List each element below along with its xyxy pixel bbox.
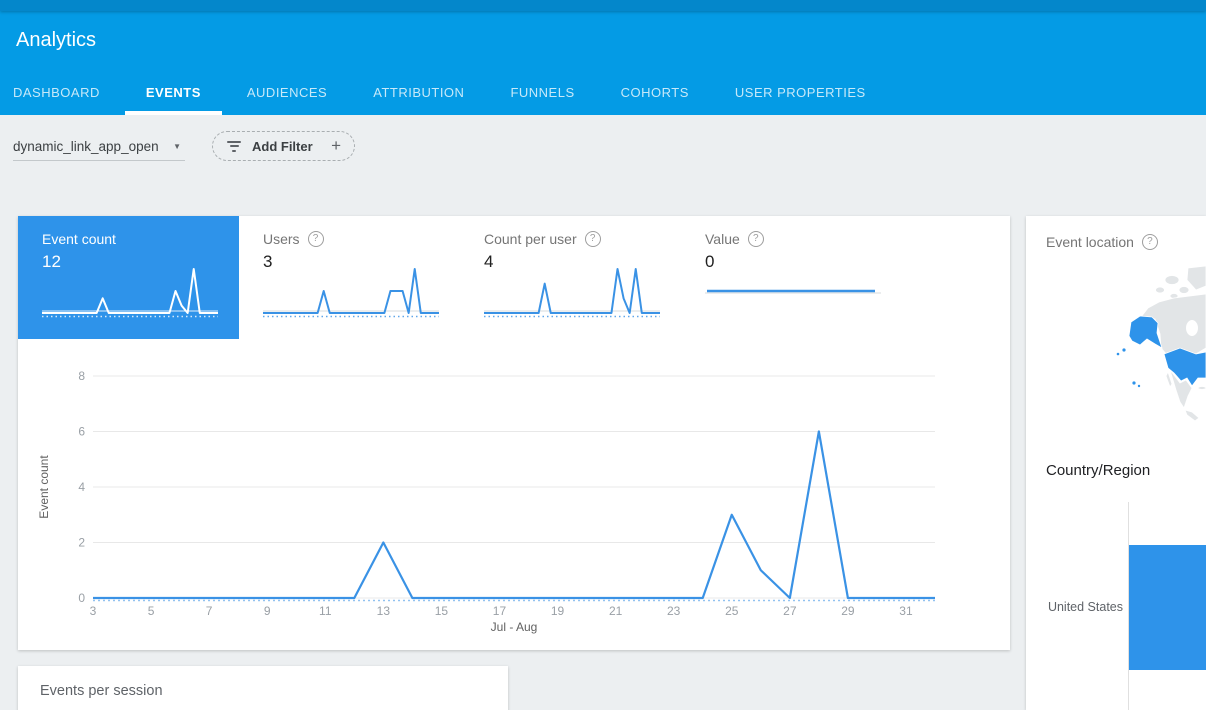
x-tick-label: 31 — [899, 604, 913, 618]
filter-icon — [226, 141, 242, 152]
value-sparkline — [705, 262, 881, 326]
tab-cohorts[interactable]: COHORTS — [600, 68, 710, 115]
help-icon[interactable]: ? — [748, 231, 764, 247]
x-tick-label: 3 — [90, 604, 97, 618]
window-chrome-strip — [0, 0, 1206, 11]
tab-events[interactable]: EVENTS — [125, 68, 222, 115]
event-count-sparkline — [42, 262, 218, 326]
tab-user-properties[interactable]: USER PROPERTIES — [714, 68, 887, 115]
metric-card-users[interactable]: Users ? 3 — [239, 216, 460, 339]
country-bar-label: United States — [1026, 600, 1123, 614]
chart-line — [93, 432, 935, 599]
analytics-dashboard: Analytics DASHBOARD EVENTS AUDIENCES ATT… — [0, 0, 1206, 710]
metric-label-text: Count per user — [484, 231, 577, 247]
metric-label: Users ? — [263, 231, 324, 247]
event-detail-card: Event count ? 12 Users ? 3 Count per use… — [18, 216, 1010, 650]
app-header: Analytics DASHBOARD EVENTS AUDIENCES ATT… — [0, 0, 1206, 115]
x-tick-label: 7 — [206, 604, 213, 618]
spark-line — [263, 269, 439, 313]
x-tick-label: 21 — [609, 604, 623, 618]
metric-label: Event count ? — [42, 231, 116, 247]
help-icon[interactable]: ? — [1142, 234, 1158, 250]
country-bar — [1129, 545, 1206, 670]
add-filter-button[interactable]: Add Filter + — [212, 131, 355, 161]
y-axis-title: Event count — [37, 455, 51, 519]
x-tick-label: 17 — [493, 604, 507, 618]
chevron-down-icon: ▼ — [173, 142, 181, 151]
y-tick-label: 8 — [78, 369, 85, 383]
map-arctic-island — [1156, 287, 1165, 293]
map-arctic-island — [1165, 276, 1179, 285]
x-tick-label: 27 — [783, 604, 797, 618]
map-hudson-bay — [1186, 320, 1198, 336]
spark-line — [42, 269, 218, 313]
map-hawaii — [1132, 381, 1135, 384]
tab-attribution[interactable]: ATTRIBUTION — [352, 68, 485, 115]
x-tick-label: 25 — [725, 604, 739, 618]
x-tick-label: 23 — [667, 604, 681, 618]
events-per-session-card: Events per session — [18, 666, 508, 710]
x-tick-label: 15 — [435, 604, 449, 618]
x-tick-label: 29 — [841, 604, 855, 618]
metric-label-text: Value — [705, 231, 740, 247]
tab-audiences[interactable]: AUDIENCES — [226, 68, 348, 115]
event-selector-dropdown[interactable]: dynamic_link_app_open ▼ — [13, 132, 185, 161]
event-location-title: Event location ? — [1046, 234, 1158, 250]
metric-label-text: Users — [263, 231, 300, 247]
y-tick-label: 0 — [78, 591, 85, 605]
tab-bar: DASHBOARD EVENTS AUDIENCES ATTRIBUTION F… — [0, 68, 891, 115]
x-tick-label: 11 — [319, 604, 332, 618]
add-filter-label: Add Filter — [252, 139, 313, 154]
event-location-title-text: Event location — [1046, 234, 1134, 250]
metric-label: Value ? — [705, 231, 764, 247]
help-icon[interactable]: ? — [308, 231, 324, 247]
map-aleutian-island — [1122, 348, 1125, 351]
event-selector-value: dynamic_link_app_open — [13, 139, 159, 154]
map-central-america — [1185, 410, 1199, 421]
event-location-card: Event location ? — [1026, 216, 1206, 710]
map-hawaii — [1138, 385, 1140, 387]
y-tick-label: 4 — [78, 480, 85, 494]
x-axis-title: Jul - Aug — [491, 620, 538, 634]
users-sparkline — [263, 262, 439, 326]
map-greenland — [1187, 266, 1206, 290]
spark-line — [484, 269, 660, 313]
tab-funnels[interactable]: FUNNELS — [489, 68, 595, 115]
north-america-map — [1084, 266, 1206, 452]
map-cuba — [1198, 387, 1206, 390]
map-arctic-island — [1179, 287, 1189, 294]
x-tick-label: 13 — [377, 604, 391, 618]
metric-label: Count per user ? — [484, 231, 601, 247]
map-aleutian-island — [1117, 353, 1120, 356]
x-tick-label: 9 — [264, 604, 271, 618]
metric-label-text: Event count — [42, 231, 116, 247]
metric-card-row: Event count ? 12 Users ? 3 Count per use… — [18, 216, 902, 339]
x-tick-label: 19 — [551, 604, 565, 618]
y-tick-label: 2 — [78, 536, 85, 550]
page-title: Analytics — [16, 29, 96, 52]
metric-card-count-per-user[interactable]: Count per user ? 4 — [460, 216, 681, 339]
y-tick-label: 6 — [78, 425, 85, 439]
event-count-line-chart: 0 2 4 6 8 3 5 7 9 11 13 15 17 19 21 23 25 27 29 31 Event cou… — [18, 339, 1010, 650]
events-per-session-title: Events per session — [40, 683, 508, 699]
metric-card-value[interactable]: Value ? 0 — [681, 216, 902, 339]
count-per-user-sparkline — [484, 262, 660, 326]
plus-icon: + — [331, 136, 341, 156]
tab-dashboard[interactable]: DASHBOARD — [0, 68, 121, 115]
x-tick-label: 5 — [148, 604, 155, 618]
help-icon[interactable]: ? — [585, 231, 601, 247]
country-region-heading: Country/Region — [1046, 462, 1150, 479]
metric-card-event-count[interactable]: Event count ? 12 — [18, 216, 239, 339]
